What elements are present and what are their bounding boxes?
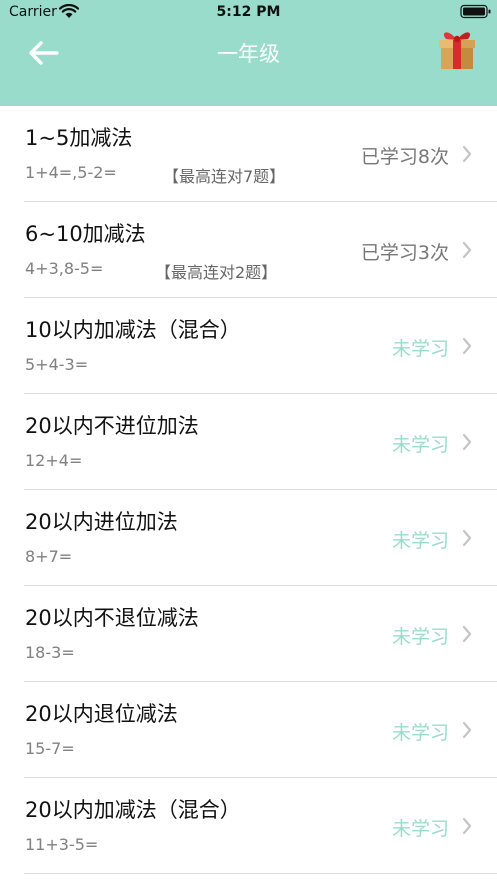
lesson-title: 20以内不退位减法	[25, 606, 199, 630]
lesson-row[interactable]: 6~10加减法 4+3,8-5= 【最高连对2题】 已学习3次	[0, 202, 497, 298]
battery-icon	[460, 4, 491, 19]
study-status: 未学习	[391, 530, 449, 552]
lesson-title: 1~5加减法	[25, 126, 133, 150]
lesson-row[interactable]: 20以内退位减法 15-7= 未学习	[0, 682, 497, 778]
lesson-title: 20以内退位减法	[25, 702, 178, 726]
chevron-right-icon	[462, 433, 472, 451]
lesson-example: 18-3=	[25, 643, 75, 662]
lesson-example: 4+3,8-5=	[25, 259, 104, 278]
study-status: 未学习	[391, 722, 449, 744]
lesson-example: 8+7=	[25, 547, 73, 566]
lesson-example: 12+4=	[25, 451, 83, 470]
lesson-title: 20以内加减法（混合）	[25, 798, 241, 822]
best-streak-label: 【最高连对2题】	[155, 263, 278, 282]
lesson-row[interactable]: 20以内不进位加法 12+4= 未学习	[0, 394, 497, 490]
page-title: 一年级	[217, 42, 280, 66]
study-status: 已学习8次	[360, 146, 449, 168]
lesson-row[interactable]: 1~5加减法 1+4=,5-2= 【最高连对7题】 已学习8次	[0, 106, 497, 202]
lesson-title: 10以内加减法（混合）	[25, 318, 241, 342]
study-status: 未学习	[391, 434, 449, 456]
study-status: 未学习	[391, 338, 449, 360]
clock: 5:12 PM	[216, 4, 281, 20]
chevron-right-icon	[462, 817, 472, 835]
lesson-example: 1+4=,5-2=	[25, 163, 117, 182]
status-bar: Carrier 5:12 PM	[0, 0, 497, 26]
study-status: 未学习	[391, 818, 449, 840]
chevron-right-icon	[462, 337, 472, 355]
lesson-row[interactable]: 20以内进位加法 8+7= 未学习	[0, 490, 497, 586]
study-status: 未学习	[391, 626, 449, 648]
lesson-list: 1~5加减法 1+4=,5-2= 【最高连对7题】 已学习8次 6~10加减法 4+3,8…	[0, 106, 497, 874]
study-status: 已学习3次	[360, 242, 449, 264]
lesson-example: 5+4-3=	[25, 355, 89, 374]
chevron-right-icon	[462, 721, 472, 739]
lesson-title: 20以内不进位加法	[25, 414, 199, 438]
chevron-right-icon	[462, 145, 472, 163]
gift-box-icon	[439, 32, 475, 69]
lesson-title: 20以内进位加法	[25, 510, 178, 534]
lesson-title: 6~10加减法	[25, 222, 146, 246]
nav-header: Carrier 5:12 PM 一年级	[0, 0, 497, 106]
gift-button[interactable]	[434, 26, 480, 72]
chevron-right-icon	[462, 241, 472, 259]
best-streak-label: 【最高连对7题】	[163, 167, 286, 186]
lesson-row[interactable]: 20以内不退位减法 18-3= 未学习	[0, 586, 497, 682]
chevron-right-icon	[462, 625, 472, 643]
lesson-row[interactable]: 10以内加减法（混合） 5+4-3= 未学习	[0, 298, 497, 394]
lesson-example: 11+3-5=	[25, 835, 99, 854]
chevron-right-icon	[462, 529, 472, 547]
lesson-row[interactable]: 20以内加减法（混合） 11+3-5= 未学习	[0, 778, 497, 874]
lesson-example: 15-7=	[25, 739, 75, 758]
